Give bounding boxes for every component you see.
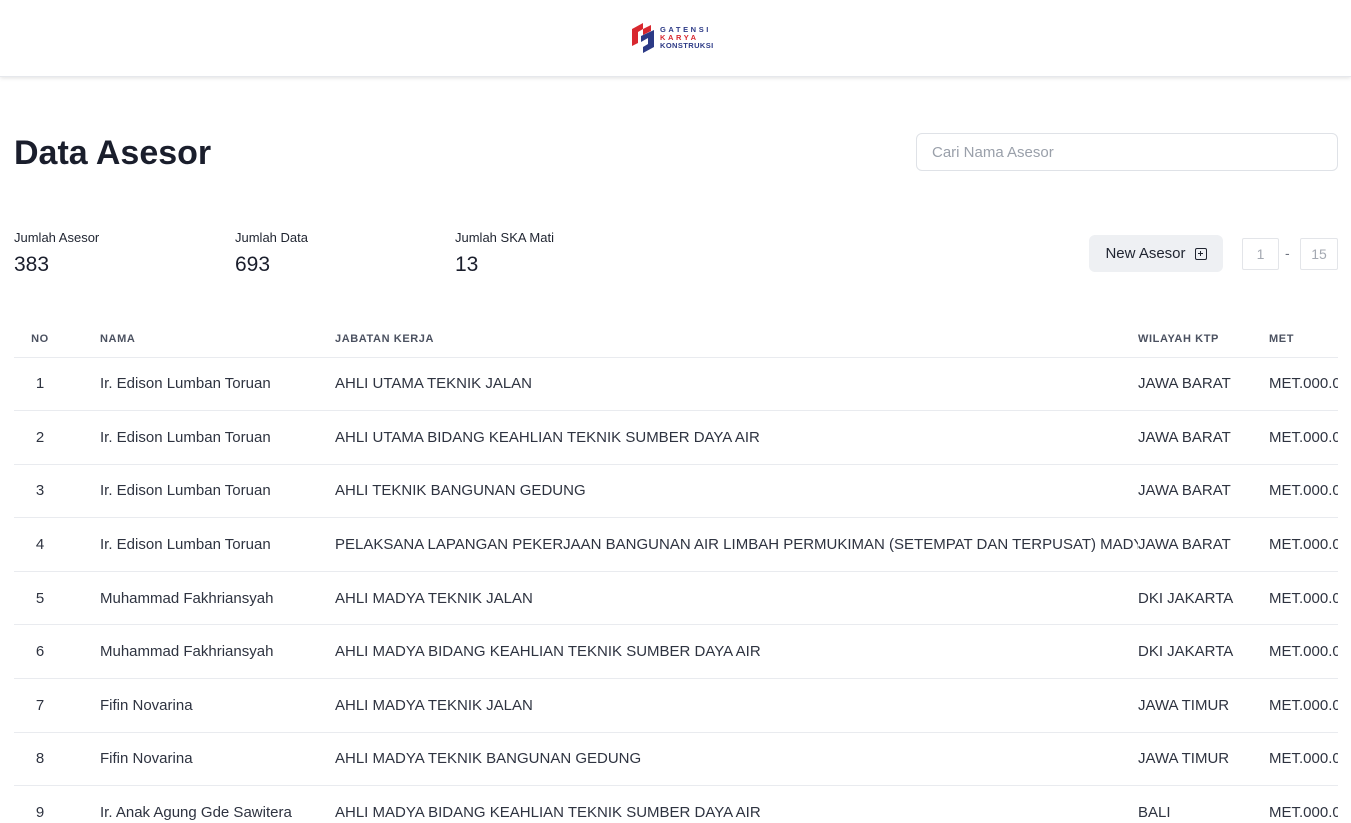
cell-jabatan: PELAKSANA LAPANGAN PEKERJAAN BANGUNAN AI… [335,517,1138,572]
pagination-separator: - [1285,245,1290,261]
cell-nama: Ir. Edison Lumban Toruan [100,357,335,412]
stat-value: 13 [455,253,479,276]
search-asesor-input[interactable] [916,133,1338,171]
table-row[interactable]: 6 Muhammad Fakhriansyah AHLI MADYA BIDAN… [14,624,1338,680]
stat-label: Jumlah SKA Mati [455,230,554,245]
cell-nama: Muhammad Fakhriansyah [100,624,335,680]
brand-logo[interactable]: GATENSI KARYA KONSTRUKSI [629,21,724,55]
pagination-from-field[interactable]: 1 [1242,238,1279,270]
cell-nama: Ir. Edison Lumban Toruan [100,464,335,519]
cell-no: 4 [14,517,100,572]
cell-jabatan: AHLI MADYA BIDANG KEAHLIAN TEKNIK SUMBER… [335,785,1138,823]
cell-nama: Ir. Anak Agung Gde Sawitera [100,785,335,823]
plus-square-icon [1194,247,1207,260]
cell-jabatan: AHLI MADYA TEKNIK BANGUNAN GEDUNG [335,732,1138,787]
asesor-table: NO NAMA JABATAN KERJA WILAYAH KTP MET 1 … [14,322,1338,823]
cell-wilayah: JAWA BARAT [1138,464,1269,519]
cell-jabatan: AHLI MADYA TEKNIK JALAN [335,678,1138,733]
new-asesor-label: New Asesor [1105,245,1186,262]
cell-no: 9 [14,785,100,823]
cell-no: 8 [14,732,100,787]
cell-wilayah: DKI JAKARTA [1138,624,1269,680]
cell-wilayah: DKI JAKARTA [1138,571,1269,626]
table-row[interactable]: 1 Ir. Edison Lumban Toruan AHLI UTAMA TE… [14,357,1338,412]
cell-jabatan: AHLI MADYA TEKNIK JALAN [335,571,1138,626]
cell-met: MET.000.0 [1269,624,1338,680]
table-row[interactable]: 2 Ir. Edison Lumban Toruan AHLI UTAMA BI… [14,410,1338,465]
stat-label: Jumlah Asesor [14,230,100,245]
table-header-row: NO NAMA JABATAN KERJA WILAYAH KTP MET [14,322,1338,358]
cell-wilayah: JAWA BARAT [1138,357,1269,412]
cell-wilayah: JAWA BARAT [1138,517,1269,572]
cell-met: MET.000.0 [1269,678,1338,733]
cell-no: 7 [14,678,100,733]
table-row[interactable]: 4 Ir. Edison Lumban Toruan PELAKSANA LAP… [14,517,1338,572]
column-header-no: NO [14,322,100,358]
table-row[interactable]: 8 Fifin Novarina AHLI MADYA TEKNIK BANGU… [14,732,1338,787]
cell-no: 5 [14,571,100,626]
stat-jumlah-data: Jumlah Data 693 [235,230,308,277]
asesor-table-container: NO NAMA JABATAN KERJA WILAYAH KTP MET 1 … [14,322,1338,823]
logo-wordmark: GATENSI KARYA KONSTRUKSI [660,26,714,50]
page-title: Data Asesor [14,134,212,172]
logo-line-3: KONSTRUKSI [660,41,714,50]
column-header-wilayah: WILAYAH KTP [1138,322,1269,358]
column-header-nama: NAMA [100,322,335,358]
cell-nama: Ir. Edison Lumban Toruan [100,517,335,572]
cell-jabatan: AHLI UTAMA TEKNIK JALAN [335,357,1138,412]
cell-met: MET.000.0 [1269,517,1338,572]
pagination-to-field[interactable]: 15 [1300,238,1338,270]
cell-met: MET.000.0 [1269,357,1338,412]
stat-jumlah-ska-mati: Jumlah SKA Mati 13 [455,230,554,277]
new-asesor-button[interactable]: New Asesor [1089,235,1223,272]
column-header-jabatan: JABATAN KERJA [335,322,1138,358]
table-row[interactable]: 5 Muhammad Fakhriansyah AHLI MADYA TEKNI… [14,571,1338,626]
cell-met: MET.000.0 [1269,410,1338,465]
cell-met: MET.000.0 [1269,732,1338,787]
cell-nama: Ir. Edison Lumban Toruan [100,410,335,465]
cell-met: MET.000.0 [1269,464,1338,519]
cell-no: 1 [14,357,100,412]
cell-no: 3 [14,464,100,519]
cell-jabatan: AHLI MADYA BIDANG KEAHLIAN TEKNIK SUMBER… [335,624,1138,680]
stat-value: 383 [14,253,50,276]
cell-no: 2 [14,410,100,465]
logo-mark-icon [632,23,654,53]
cell-wilayah: BALI [1138,785,1269,823]
cell-wilayah: JAWA TIMUR [1138,678,1269,733]
cell-wilayah: JAWA TIMUR [1138,732,1269,787]
table-row[interactable]: 9 Ir. Anak Agung Gde Sawitera AHLI MADYA… [14,785,1338,823]
column-header-met: MET [1269,322,1338,358]
cell-no: 6 [14,624,100,680]
cell-jabatan: AHLI TEKNIK BANGUNAN GEDUNG [335,464,1138,519]
cell-jabatan: AHLI UTAMA BIDANG KEAHLIAN TEKNIK SUMBER… [335,410,1138,465]
cell-nama: Fifin Novarina [100,678,335,733]
stat-jumlah-asesor: Jumlah Asesor 383 [14,230,99,277]
top-navbar: GATENSI KARYA KONSTRUKSI [0,0,1351,77]
stat-value: 693 [235,253,271,276]
cell-met: MET.000.0 [1269,571,1338,626]
cell-nama: Muhammad Fakhriansyah [100,571,335,626]
stat-label: Jumlah Data [235,230,308,245]
table-row[interactable]: 3 Ir. Edison Lumban Toruan AHLI TEKNIK B… [14,464,1338,519]
cell-wilayah: JAWA BARAT [1138,410,1269,465]
cell-nama: Fifin Novarina [100,732,335,787]
table-row[interactable]: 7 Fifin Novarina AHLI MADYA TEKNIK JALAN… [14,678,1338,733]
cell-met: MET.000.0 [1269,785,1338,823]
